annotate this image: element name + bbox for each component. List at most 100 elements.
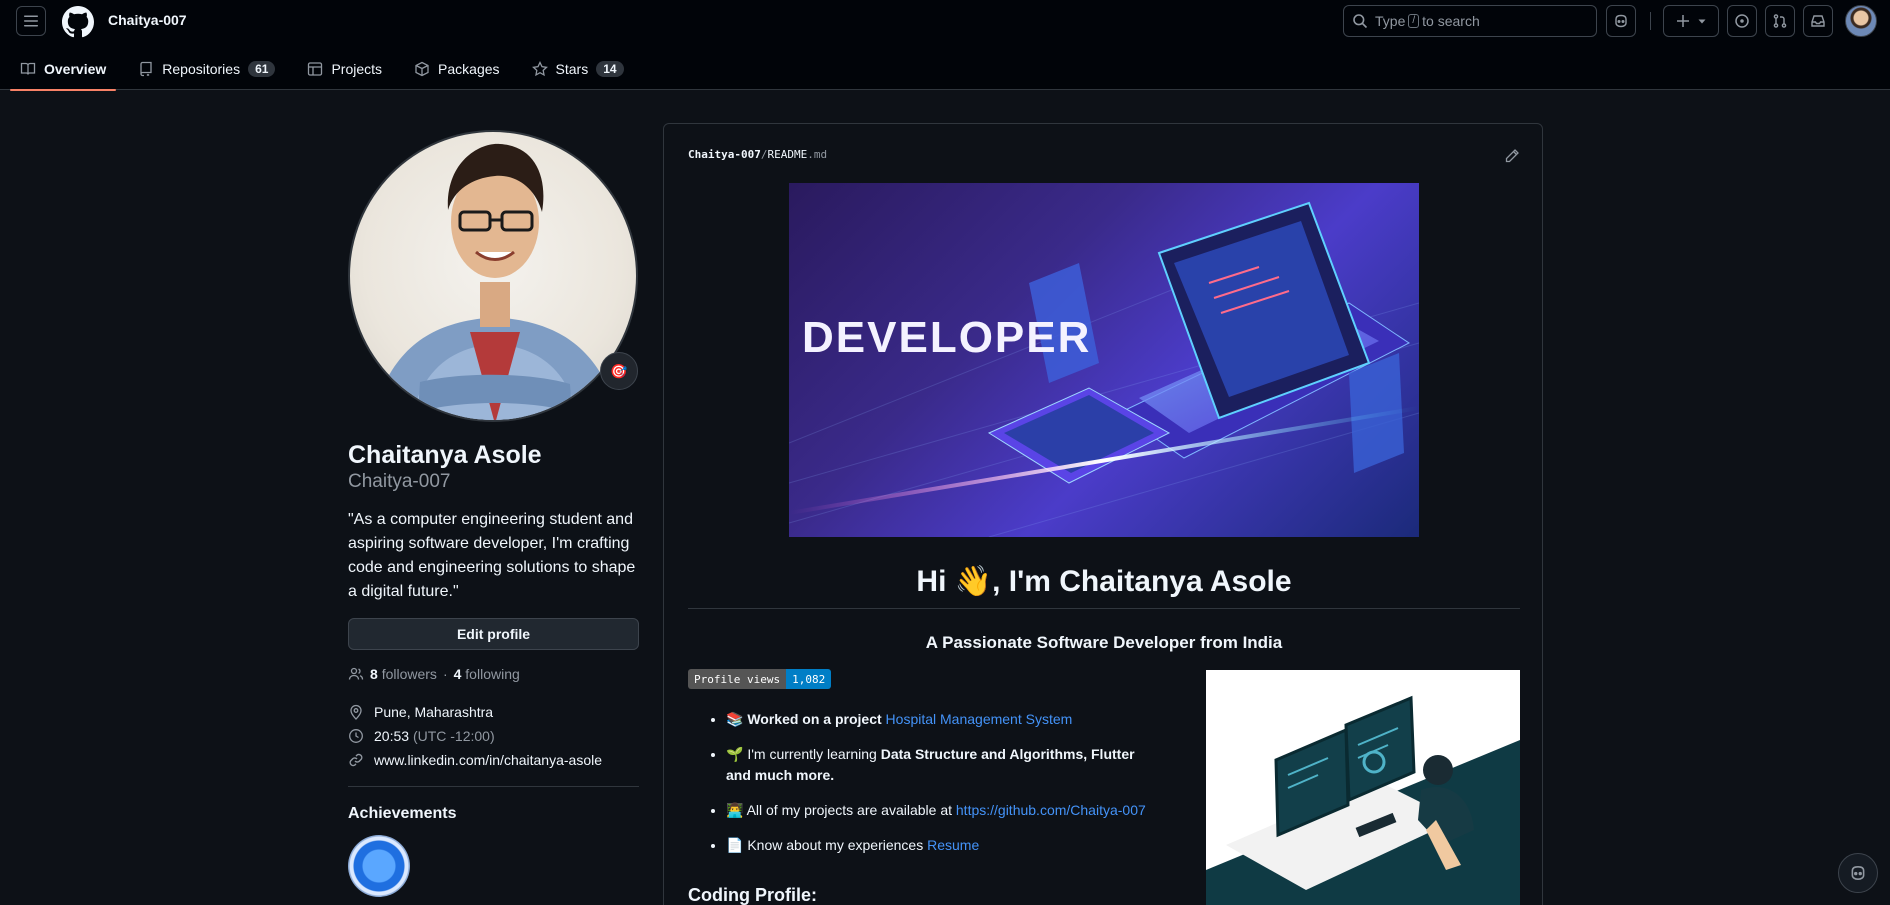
package-icon <box>415 61 429 77</box>
list-item: 👨‍💻 All of my projects are available at … <box>726 800 1162 821</box>
list-item-emoji: 🌱 <box>726 746 744 762</box>
header-divider <box>1650 12 1651 30</box>
repositories-counter: 61 <box>248 61 276 77</box>
following-label: following <box>465 666 520 682</box>
readme-greeting: Hi 👋, I'm Chaitanya Asole <box>916 565 1292 598</box>
create-new-button[interactable] <box>1663 5 1719 37</box>
tab-stars[interactable]: Stars 14 <box>520 48 636 90</box>
profile-bio: "As a computer engineering student and a… <box>348 511 636 600</box>
repo-icon <box>140 61 152 77</box>
app-header: Chaitya-007 Type / to search Overview Re… <box>0 0 1890 91</box>
inbox-icon <box>1811 15 1825 27</box>
followers-count: 8 <box>370 666 378 682</box>
readme-path: Chaitya-007/README.md <box>688 148 827 161</box>
sidebar-divider <box>348 786 639 787</box>
search-input[interactable]: Type / to search <box>1343 5 1597 37</box>
profile-fullname: Chaitanya Asole <box>348 441 542 469</box>
list-item-bold: Worked on a project <box>747 711 882 727</box>
issue-opened-icon <box>1735 14 1749 28</box>
readme-path-file: README <box>767 148 808 161</box>
followers-link[interactable]: 8 followers <box>370 666 437 682</box>
tab-projects[interactable]: Projects <box>295 48 394 90</box>
achievement-badge[interactable] <box>348 835 410 897</box>
github-projects-link[interactable]: https://github.com/Chaitya-007 <box>956 802 1146 818</box>
timezone: (UTC -12:00) <box>412 728 495 744</box>
website-row: www.linkedin.com/in/chaitanya-asole <box>348 748 639 772</box>
status-button[interactable]: 🎯 <box>600 352 638 390</box>
github-logo-icon[interactable] <box>62 6 94 38</box>
plus-icon <box>1677 15 1689 27</box>
profile-views-count: 1,082 <box>786 669 832 689</box>
developer-workstation-image <box>1206 670 1520 905</box>
user-avatar-menu[interactable] <box>1845 5 1877 37</box>
list-item: 📄 Know about my experiences Resume <box>726 835 1162 856</box>
following-count: 4 <box>453 666 462 682</box>
search-suffix: to search <box>1422 13 1480 29</box>
local-time-row: 20:53 (UTC -12:00) <box>348 724 639 748</box>
clock-icon <box>349 729 363 743</box>
tab-packages[interactable]: Packages <box>402 48 511 90</box>
header-username-link[interactable]: Chaitya-007 <box>108 12 187 28</box>
profile-login: Chaitya-007 <box>348 471 451 492</box>
readme-bullet-list: 📚 Worked on a project Hospital Managemen… <box>712 709 1162 870</box>
list-item-text: I'm currently learning <box>747 746 877 762</box>
people-icon <box>348 667 364 680</box>
banner-title: DEVELOPER <box>802 313 1092 362</box>
location-row: Pune, Maharashtra <box>348 700 639 724</box>
list-item-emoji: 👨‍💻 <box>726 802 744 818</box>
floating-copilot-button[interactable] <box>1838 853 1878 893</box>
following-link[interactable]: 4 following <box>454 666 520 682</box>
search-prefix: Type <box>1375 13 1406 29</box>
hospital-management-link[interactable]: Hospital Management System <box>886 711 1073 727</box>
tab-overview[interactable]: Overview <box>8 48 118 91</box>
tab-stars-label: Stars <box>555 61 589 77</box>
workstation-illustration <box>1206 695 1520 905</box>
readme-path-user[interactable]: Chaitya-007 <box>688 148 761 161</box>
issues-button[interactable] <box>1727 5 1757 37</box>
list-item: 📚 Worked on a project Hospital Managemen… <box>726 709 1162 730</box>
profile-avatar[interactable] <box>348 130 638 422</box>
location-icon <box>350 704 362 720</box>
tab-repositories[interactable]: Repositories 61 <box>126 48 287 90</box>
location-text: Pune, Maharashtra <box>374 704 494 720</box>
resume-link[interactable]: Resume <box>927 837 979 853</box>
inbox-button[interactable] <box>1803 5 1833 37</box>
profile-photo-illustration <box>371 143 621 420</box>
copilot-icon <box>1851 866 1865 880</box>
copilot-button[interactable] <box>1606 5 1636 37</box>
stars-counter: 14 <box>596 61 624 77</box>
tab-projects-label: Projects <box>331 61 383 77</box>
coding-profile-heading: Coding Profile: <box>688 885 817 905</box>
followers-label: followers <box>381 666 437 682</box>
tab-overview-label: Overview <box>44 61 107 77</box>
local-time: 20:53 <box>374 728 410 744</box>
profile-views-label: Profile views <box>688 669 787 689</box>
edit-profile-button[interactable]: Edit profile <box>348 618 639 650</box>
list-item-emoji: 📚 <box>726 711 744 727</box>
book-icon <box>20 62 36 75</box>
edit-readme-button[interactable] <box>1504 148 1520 167</box>
readme-tagline: A Passionate Software Developer from Ind… <box>925 633 1283 652</box>
list-item: 🌱 I'm currently learning Data Structure … <box>726 744 1162 786</box>
git-pull-request-icon <box>1773 14 1787 28</box>
triangle-down-icon <box>1698 19 1706 24</box>
hamburger-icon <box>24 15 38 27</box>
pencil-icon <box>1505 149 1519 163</box>
readme-panel: Chaitya-007/README.md DEVELOPER Hi 👋, I'… <box>663 123 1543 905</box>
profile-tabs: Overview Repositories 61 Projects Packag… <box>0 48 636 91</box>
readme-path-ext: .md <box>807 148 828 161</box>
website-link[interactable]: www.linkedin.com/in/chaitanya-asole <box>374 752 602 768</box>
follow-separator: · <box>442 666 448 682</box>
pull-requests-button[interactable] <box>1765 5 1795 37</box>
heading-rule <box>688 608 1520 609</box>
follow-stats: 8 followers · 4 following <box>348 666 639 682</box>
tab-repositories-label: Repositories <box>162 61 241 77</box>
profile-views-badge: Profile views 1,082 <box>688 669 832 689</box>
menu-button[interactable] <box>16 6 46 36</box>
star-icon <box>531 61 548 77</box>
search-icon <box>1353 14 1368 29</box>
list-item-emoji: 📄 <box>726 837 744 853</box>
achievements-heading: Achievements <box>348 805 457 822</box>
developer-banner-image: DEVELOPER <box>789 183 1419 537</box>
list-item-text: Know about my experiences <box>747 837 924 853</box>
